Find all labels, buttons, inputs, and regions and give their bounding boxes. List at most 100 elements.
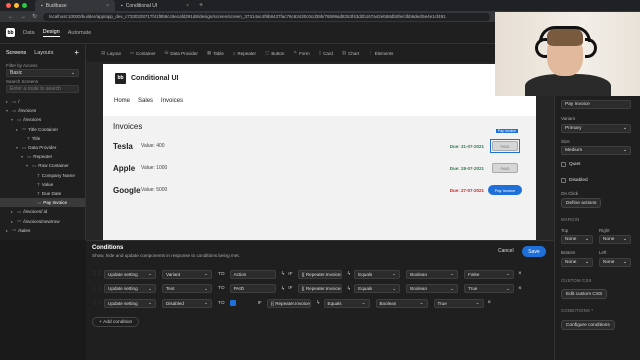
url-input[interactable]: localhost:10000/builder/app/app_dev_c733… [43,12,490,21]
tree-item[interactable]: ▾ ▭ Row Container [0,161,85,170]
toolbar-table[interactable]: ▦ Table [207,50,224,56]
back-icon[interactable]: ← [8,14,14,20]
tree-item[interactable]: T Value [0,180,85,189]
drag-handle-icon[interactable]: ⋮⋮ [92,300,104,306]
reference-select[interactable]: False ⌄ [464,269,515,279]
setting-value-input[interactable]: PAID [229,284,276,293]
tree-item[interactable]: ▸ ▭/invoices/new/row [0,216,85,225]
operator-select[interactable]: Equals ⌄ [354,284,401,293]
margin-left-select[interactable]: None ⌄ [599,258,631,267]
operator-select[interactable]: Equals ⌄ [323,298,370,308]
toolbar-data-provider[interactable]: ⛁ Data Provider [165,50,198,56]
caret-right-icon[interactable]: ▸ [11,219,15,224]
tree-item[interactable]: ▸ ▭/sales [0,226,85,235]
caret-right-icon[interactable]: ▸ [11,209,15,214]
binding-bolt-icon[interactable]: ϟ [317,300,320,306]
maximize-window-button[interactable] [22,3,27,8]
minimize-window-button[interactable] [14,3,19,8]
tree-item[interactable]: T Due Date [0,189,85,198]
new-tab-icon[interactable]: + [199,2,203,9]
reload-icon[interactable]: ↻ [32,13,37,20]
tab-screens[interactable]: Screens [6,50,26,56]
close-tab-icon[interactable]: × [106,3,109,9]
preview-nav-invoices[interactable]: Invoices [161,98,183,104]
binding-bolt-icon[interactable]: ϟ [282,271,285,277]
margin-top-select[interactable]: None ⌄ [561,235,593,244]
tree-item[interactable]: ▾ ▭/invoices [0,106,85,115]
caret-right-icon[interactable]: ▸ [6,99,10,104]
browser-tab-budibase[interactable]: ▪ Budibase × [35,0,115,11]
toolbar-container[interactable]: ▭ Container [130,50,156,56]
drag-handle-icon[interactable]: ⋮⋮ [92,286,104,292]
action-select[interactable]: Update setting ⌄ [104,269,156,279]
type-select[interactable]: Boolean ⌄ [406,269,459,279]
add-screen-icon[interactable]: + [74,48,79,57]
remove-condition-icon[interactable]: × [488,300,492,306]
binding-input[interactable]: {{ Repeater.Invoices.I [297,269,342,279]
preview-nav-sales[interactable]: Sales [138,98,153,104]
forward-icon[interactable]: → [20,14,26,20]
operator-select[interactable]: Equals ⌄ [354,269,401,279]
define-actions-button[interactable]: Define actions [561,198,602,208]
screen-search-input[interactable]: Enter a route to search [6,85,79,93]
toolbar-button[interactable]: ▢ Button [265,50,284,56]
margin-right-select[interactable]: None ⌄ [599,235,631,244]
drag-handle-icon[interactable]: ⋮⋮ [92,271,104,277]
tree-item[interactable]: ▭ Pay Invoice [0,198,85,208]
tree-item[interactable]: ▾ ▭ Repeater [0,152,85,161]
toolbar-layout[interactable]: ▤ Layout [101,50,121,56]
toolbar-form[interactable]: ✎ Form [293,50,309,56]
remove-condition-icon[interactable]: × [518,286,522,292]
action-select[interactable]: Update setting ⌄ [104,298,156,308]
tree-item[interactable]: ▾ ▭ Data Provider [0,143,85,152]
caret-right-icon[interactable]: ▸ [16,127,20,132]
tree-item[interactable]: ▸ ▭/invoices/:id [0,207,85,216]
caret-right-icon[interactable]: ▸ [6,228,10,233]
quiet-checkbox[interactable]: Quiet [561,162,580,167]
binding-input[interactable]: {{ Repeater.Invoices.I [266,298,311,308]
edit-custom-css-button[interactable]: Edit custom CSS [561,289,608,299]
remove-condition-icon[interactable]: × [518,271,522,277]
tree-item[interactable]: ▸ ▭ / [0,97,85,106]
binding-bolt-icon[interactable]: ϟ [348,271,351,277]
setting-select[interactable]: Variant ⌄ [162,269,212,279]
margin-bottom-select[interactable]: None ⌄ [561,258,593,267]
add-condition-button[interactable]: + Add condition [92,317,140,327]
setting-value-checkbox[interactable] [229,300,236,306]
preview-nav-home[interactable]: Home [114,98,130,104]
binding-bolt-icon[interactable]: ϟ [348,286,351,292]
nav-data[interactable]: Data [23,30,35,36]
toolbar-chart[interactable]: ▥ Chart [342,50,359,56]
nav-design[interactable]: Design [42,29,60,37]
tree-item[interactable]: T Company Name [0,171,85,180]
caret-down-icon[interactable]: ▾ [11,117,15,122]
component-name-input[interactable]: Pay Invoice [561,100,631,109]
toolbar-elements[interactable]: ⋮ Elements [368,50,393,56]
configure-conditions-button[interactable]: Configure conditions [561,320,615,330]
cancel-button[interactable]: Cancel [498,248,514,254]
binding-bolt-icon[interactable]: ϟ [282,286,285,292]
tree-item[interactable]: ▸ ▭ Title Container [0,125,85,134]
action-select[interactable]: Update setting ⌄ [104,284,156,293]
setting-select[interactable]: Disabled ⌄ [162,298,212,308]
pay-invoice-button[interactable]: Pay Invoice [488,185,522,195]
setting-value-input[interactable]: Action [229,269,276,279]
caret-down-icon[interactable]: ▾ [16,145,20,150]
caret-down-icon[interactable]: ▾ [21,154,25,159]
toolbar-repeater[interactable]: ≡ Repeater [233,51,256,56]
budibase-logo[interactable]: bb [6,28,15,37]
disabled-checkbox[interactable]: Disabled [561,178,588,183]
close-tab-icon[interactable]: × [186,3,189,9]
access-filter-select[interactable]: Basic ⌄ [6,69,79,77]
toolbar-card[interactable]: ▯ Card [319,50,333,56]
setting-select[interactable]: Text ⌄ [162,284,212,293]
save-button[interactable]: Save [522,246,546,257]
nav-automate[interactable]: Automate [68,30,92,36]
reference-select[interactable]: True ⌄ [464,284,515,293]
caret-down-icon[interactable]: ▾ [26,163,30,168]
tab-layouts[interactable]: Layouts [34,50,53,56]
variant-select[interactable]: Primary ⌄ [561,124,631,133]
caret-down-icon[interactable]: ▾ [6,108,10,113]
tree-item[interactable]: T Title [0,134,85,143]
type-select[interactable]: Boolean ⌄ [375,298,428,308]
